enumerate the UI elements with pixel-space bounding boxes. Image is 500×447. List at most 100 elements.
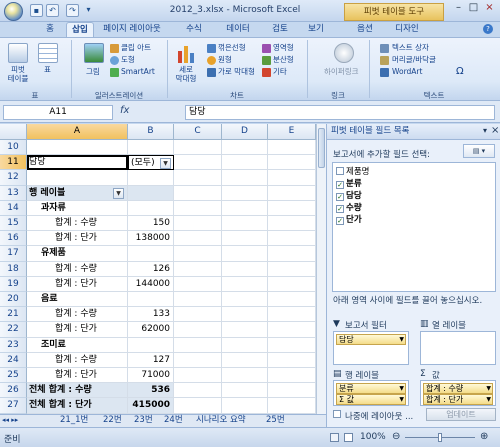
cell-e[interactable] (268, 261, 316, 277)
tab-options[interactable]: 옵션 (353, 22, 377, 37)
cell-b[interactable]: 126 (128, 261, 174, 277)
row-header[interactable]: 26 (0, 383, 27, 399)
row-item-category[interactable]: 분류 ▼ (336, 383, 406, 394)
tab-review[interactable]: 검토 (268, 22, 292, 37)
cell-e[interactable] (268, 307, 316, 323)
cell-b[interactable] (128, 200, 174, 216)
clipart-button[interactable]: 클립 아트 (121, 43, 151, 53)
cell-d[interactable] (222, 398, 268, 414)
column-header-e[interactable]: E (268, 124, 316, 140)
row-item-values[interactable]: Σ 값 ▼ (336, 394, 406, 405)
select-all-corner[interactable] (0, 124, 27, 140)
row-header[interactable]: 10 (0, 140, 27, 156)
cell-e[interactable] (268, 352, 316, 368)
field-item[interactable]: 제품명 (336, 166, 369, 178)
row-header[interactable]: 13 (0, 185, 27, 201)
cell-d[interactable] (222, 352, 268, 368)
row-header[interactable]: 18 (0, 261, 27, 277)
table-button[interactable] (38, 43, 58, 63)
value-item-qty[interactable]: 합계 : 수량 ▼ (423, 383, 493, 394)
column-chart-button[interactable] (176, 43, 196, 63)
cell-b[interactable] (128, 170, 174, 186)
vertical-scrollbar[interactable] (316, 124, 326, 414)
field-checkbox[interactable]: ✓ (336, 193, 344, 201)
cell-c[interactable] (174, 368, 222, 384)
field-item[interactable]: ✓ 단가 (336, 214, 362, 226)
tab-home[interactable]: 홈 (38, 22, 62, 37)
row-header[interactable]: 17 (0, 246, 27, 262)
row-header[interactable]: 25 (0, 368, 27, 384)
cell-d[interactable] (222, 337, 268, 353)
other-charts-button[interactable]: 기타 (273, 67, 287, 77)
cell-c[interactable] (174, 398, 222, 414)
column-header-c[interactable]: C (174, 124, 222, 140)
pane-close-icon[interactable]: × (491, 125, 499, 136)
cell-b[interactable]: 133 (128, 307, 174, 323)
cell-c[interactable] (174, 200, 222, 216)
worksheet-grid[interactable]: A B C D E 10 11 담당 (모두) ▼ 12 13 행 레이블 ▼ 14 과자류 15 합계… (0, 124, 316, 414)
row-header[interactable]: 24 (0, 352, 27, 368)
cell-d[interactable] (222, 170, 268, 186)
cell-c[interactable] (174, 276, 222, 292)
row-header[interactable]: 21 (0, 307, 27, 323)
cell-a[interactable]: 담당 (27, 155, 128, 171)
cell-c[interactable] (174, 383, 222, 399)
cell-b[interactable]: 415000 (128, 398, 174, 414)
cell-e[interactable] (268, 398, 316, 414)
cell-a[interactable]: 합계 : 수량 (27, 307, 128, 323)
redo-icon[interactable]: ↷ (66, 4, 79, 17)
filter-item-owner[interactable]: 담당 ▼ (336, 334, 406, 345)
cell-a[interactable] (27, 170, 128, 186)
cell-c[interactable] (174, 292, 222, 308)
cell-a[interactable]: 유제품 (27, 246, 128, 262)
hyperlink-button[interactable] (334, 43, 354, 63)
field-checkbox[interactable] (336, 167, 344, 175)
cell-d[interactable] (222, 231, 268, 247)
undo-icon[interactable]: ↶ (46, 4, 59, 17)
column-header-d[interactable]: D (222, 124, 268, 140)
row-header[interactable]: 27 (0, 398, 27, 414)
cell-e[interactable] (268, 231, 316, 247)
zoom-out-icon[interactable]: ⊖ (392, 431, 400, 442)
cell-e[interactable] (268, 276, 316, 292)
name-box[interactable]: A11 (3, 105, 113, 120)
update-button[interactable]: 업데이트 (426, 408, 496, 421)
cell-b[interactable]: 144000 (128, 276, 174, 292)
cell-e[interactable] (268, 170, 316, 186)
field-item[interactable]: ✓ 수량 (336, 202, 362, 214)
cell-a[interactable]: 전체 합계 : 수량 (27, 383, 128, 399)
minimize-button[interactable]: – (451, 2, 466, 16)
cell-a[interactable]: 합계 : 단가 (27, 276, 128, 292)
cell-b[interactable]: 536 (128, 383, 174, 399)
cell-b[interactable]: 71000 (128, 368, 174, 384)
field-checkbox[interactable]: ✓ (336, 217, 344, 225)
cell-d[interactable] (222, 276, 268, 292)
cell-c[interactable] (174, 322, 222, 338)
field-list-layout-button[interactable]: ▤ ▾ (463, 144, 495, 158)
cell-d[interactable] (222, 322, 268, 338)
cell-e[interactable] (268, 292, 316, 308)
bar-chart-button[interactable]: 가로 막대형 (218, 67, 255, 77)
field-item[interactable]: ✓ 분류 (336, 178, 362, 190)
cell-d[interactable] (222, 292, 268, 308)
cell-e[interactable] (268, 140, 316, 156)
column-header-b[interactable]: B (128, 124, 174, 140)
cell-b[interactable]: 127 (128, 352, 174, 368)
cell-e[interactable] (268, 368, 316, 384)
zoom-in-icon[interactable]: ⊕ (480, 431, 488, 442)
cell-c[interactable] (174, 307, 222, 323)
cell-a[interactable]: 전체 합계 : 단가 (27, 398, 128, 414)
cell-a[interactable]: 합계 : 수량 (27, 352, 128, 368)
pie-chart-button[interactable]: 원형 (218, 55, 232, 65)
cell-d[interactable] (222, 185, 268, 201)
cell-c[interactable] (174, 246, 222, 262)
cell-a[interactable]: 조미료 (27, 337, 128, 353)
defer-update-checkbox[interactable] (333, 410, 343, 420)
row-header[interactable]: 15 (0, 216, 27, 232)
qat-customize-icon[interactable]: ▾ (82, 4, 95, 17)
row-header[interactable]: 16 (0, 231, 27, 247)
cell-a[interactable]: 합계 : 단가 (27, 368, 128, 384)
cell-e[interactable] (268, 322, 316, 338)
cell-a[interactable]: 합계 : 단가 (27, 231, 128, 247)
cell-b[interactable]: 138000 (128, 231, 174, 247)
